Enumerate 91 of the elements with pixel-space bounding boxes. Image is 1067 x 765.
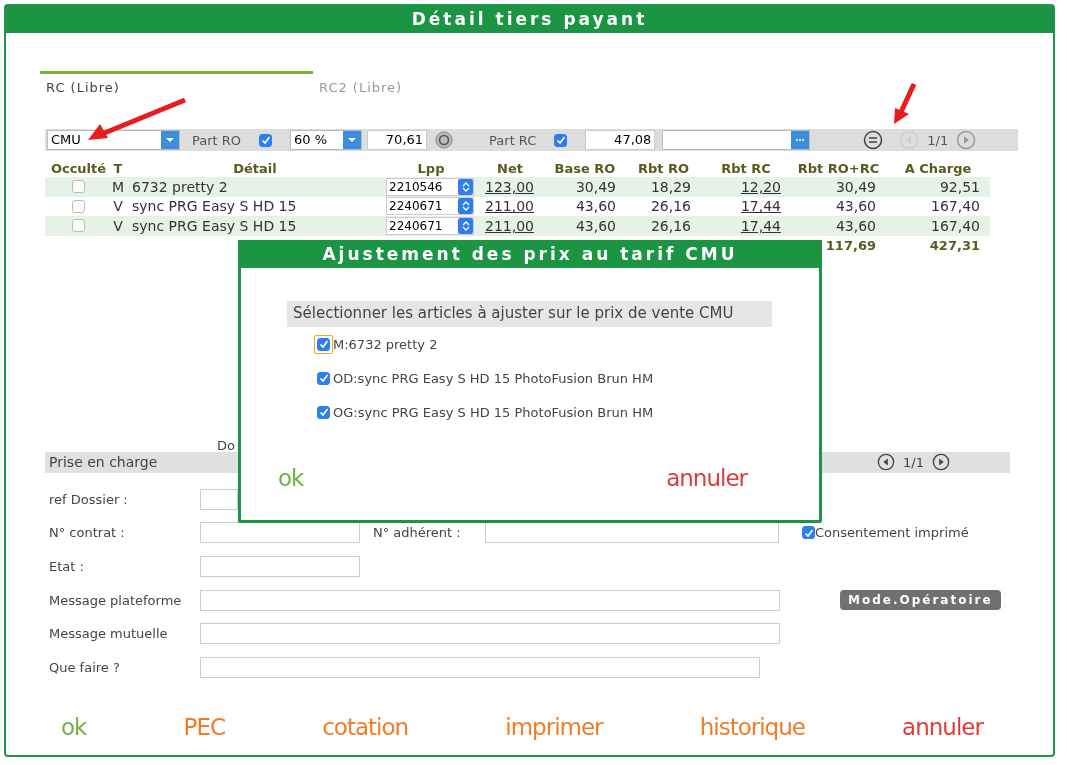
ellipsis-icon bbox=[795, 138, 806, 142]
column-header: T bbox=[112, 160, 124, 176]
table-cell: V bbox=[112, 217, 124, 234]
table-cell-text: 26,16 bbox=[649, 217, 692, 234]
table-cell: M bbox=[112, 178, 124, 195]
column-header: Détail bbox=[232, 160, 278, 176]
total-cell-text: 427,31 bbox=[928, 238, 981, 253]
instruction-text: Sélectionner les articles à ajuster sur le prix de vente CMU bbox=[287, 301, 772, 327]
consent-checkbox[interactable] bbox=[802, 526, 815, 540]
input-field[interactable] bbox=[485, 522, 779, 544]
field-label: Message mutuelle bbox=[49, 626, 169, 642]
table-cell-text: 6732 pretty 2 bbox=[131, 178, 229, 195]
dialog-title: Ajustement des prix au tarif CMU bbox=[238, 240, 822, 268]
table-cell-text: 26,16 bbox=[649, 198, 692, 215]
field-label: N° contrat : bbox=[49, 525, 126, 541]
field-label: Etat : bbox=[49, 559, 85, 574]
window-title: Détail tiers payant bbox=[6, 6, 1053, 33]
column-header: A Charge bbox=[903, 160, 973, 176]
table-cell-text: 18,29 bbox=[649, 178, 692, 195]
caret-icon bbox=[347, 137, 358, 143]
table-cell-text: 167,40 bbox=[930, 198, 981, 215]
input-field[interactable] bbox=[200, 522, 360, 544]
column-header: Rbt RO+RC bbox=[796, 160, 881, 176]
table-cell-text: 43,60 bbox=[574, 217, 617, 234]
page-indicator: 1/1 bbox=[903, 454, 924, 470]
table-cell-text: 43,60 bbox=[834, 217, 877, 234]
page-indicator: 1/1 bbox=[927, 132, 949, 148]
refresh-icon[interactable] bbox=[435, 131, 454, 149]
input-field[interactable] bbox=[200, 589, 780, 611]
regime-select[interactable]: CMU bbox=[47, 130, 180, 150]
part-ro-label: Part RO bbox=[192, 132, 242, 148]
article-checkbox[interactable] bbox=[317, 371, 330, 385]
previous-icon[interactable] bbox=[877, 453, 896, 471]
column-header: Occulté bbox=[49, 160, 108, 176]
cancel-link[interactable]: annuler bbox=[666, 465, 747, 491]
amount-link[interactable]: 17,44 bbox=[740, 198, 781, 215]
tab[interactable]: RC (Libre) bbox=[40, 71, 313, 101]
amount-link[interactable]: 12,20 bbox=[740, 178, 781, 195]
field-label: Que faire ? bbox=[49, 659, 121, 675]
part-rc-checkbox[interactable] bbox=[554, 133, 568, 147]
section-title: Prise en charge bbox=[48, 454, 158, 470]
part-ro-checkbox[interactable] bbox=[259, 133, 273, 147]
hide-checkbox[interactable] bbox=[72, 180, 85, 194]
input-field[interactable] bbox=[200, 656, 760, 678]
ro-amount-field[interactable]: 70,61 bbox=[367, 130, 428, 150]
amount-link[interactable]: 211,00 bbox=[485, 198, 534, 215]
table-cell-text: sync PRG Easy S HD 15 bbox=[131, 198, 298, 215]
table-cell-text: 30,49 bbox=[574, 178, 617, 195]
table-cell-text: 167,40 bbox=[930, 217, 981, 234]
rate-select[interactable]: 60 % bbox=[290, 130, 363, 150]
total-cell-text: 117,69 bbox=[824, 238, 877, 253]
action-link[interactable]: annuler bbox=[902, 714, 983, 741]
hide-checkbox[interactable] bbox=[72, 219, 85, 233]
consent-label: Consentement imprimé bbox=[815, 525, 969, 541]
lpp-spinner[interactable]: 2240671 bbox=[386, 197, 474, 216]
column-header: Net bbox=[496, 160, 524, 176]
field-label: Message plateforme bbox=[49, 592, 183, 608]
list-icon[interactable] bbox=[863, 130, 884, 150]
part-rc-label: Part RC bbox=[489, 132, 537, 148]
column-header: Rbt RC bbox=[720, 160, 772, 176]
article-checkbox[interactable] bbox=[317, 337, 330, 351]
field-label: N° adhérent : bbox=[373, 525, 462, 541]
doc-label: Do bbox=[217, 437, 235, 453]
table-cell-text: 43,60 bbox=[834, 198, 877, 215]
next-icon[interactable] bbox=[932, 453, 950, 471]
field-label: ref Dossier : bbox=[49, 491, 129, 507]
amount-link[interactable]: 211,00 bbox=[485, 217, 534, 234]
amount-link[interactable]: 123,00 bbox=[485, 178, 534, 195]
input-field[interactable] bbox=[200, 556, 360, 577]
table-cell-text: 30,49 bbox=[834, 178, 877, 195]
table-cell-text: 43,60 bbox=[574, 198, 617, 215]
input-field[interactable] bbox=[200, 623, 780, 645]
article-label: OD:sync PRG Easy S HD 15 PhotoFusion Brun HM bbox=[333, 370, 654, 386]
lpp-spinner[interactable]: 2210546 bbox=[386, 177, 474, 196]
column-header: Base RO bbox=[553, 160, 617, 176]
hide-checkbox[interactable] bbox=[72, 199, 85, 213]
article-label: M:6732 pretty 2 bbox=[333, 336, 438, 352]
search-field[interactable] bbox=[662, 130, 811, 150]
input-field[interactable] bbox=[200, 488, 238, 510]
mode-button[interactable]: Mode.Opératoire bbox=[840, 590, 1001, 611]
amount-link[interactable]: 17,44 bbox=[740, 217, 781, 234]
table-cell: V bbox=[112, 198, 124, 215]
caret-icon bbox=[165, 137, 175, 143]
lpp-spinner[interactable]: 2240671 bbox=[386, 216, 474, 235]
article-checkbox[interactable] bbox=[317, 405, 330, 419]
table-cell-text: 92,51 bbox=[938, 178, 981, 195]
article-label: OG:sync PRG Easy S HD 15 PhotoFusion Brun HM bbox=[333, 404, 654, 420]
column-header: Rbt RO bbox=[636, 160, 691, 176]
table-cell-text: sync PRG Easy S HD 15 bbox=[131, 217, 298, 234]
rc-amount-field[interactable]: 47,08 bbox=[585, 130, 656, 150]
column-header: Lpp bbox=[416, 160, 446, 176]
